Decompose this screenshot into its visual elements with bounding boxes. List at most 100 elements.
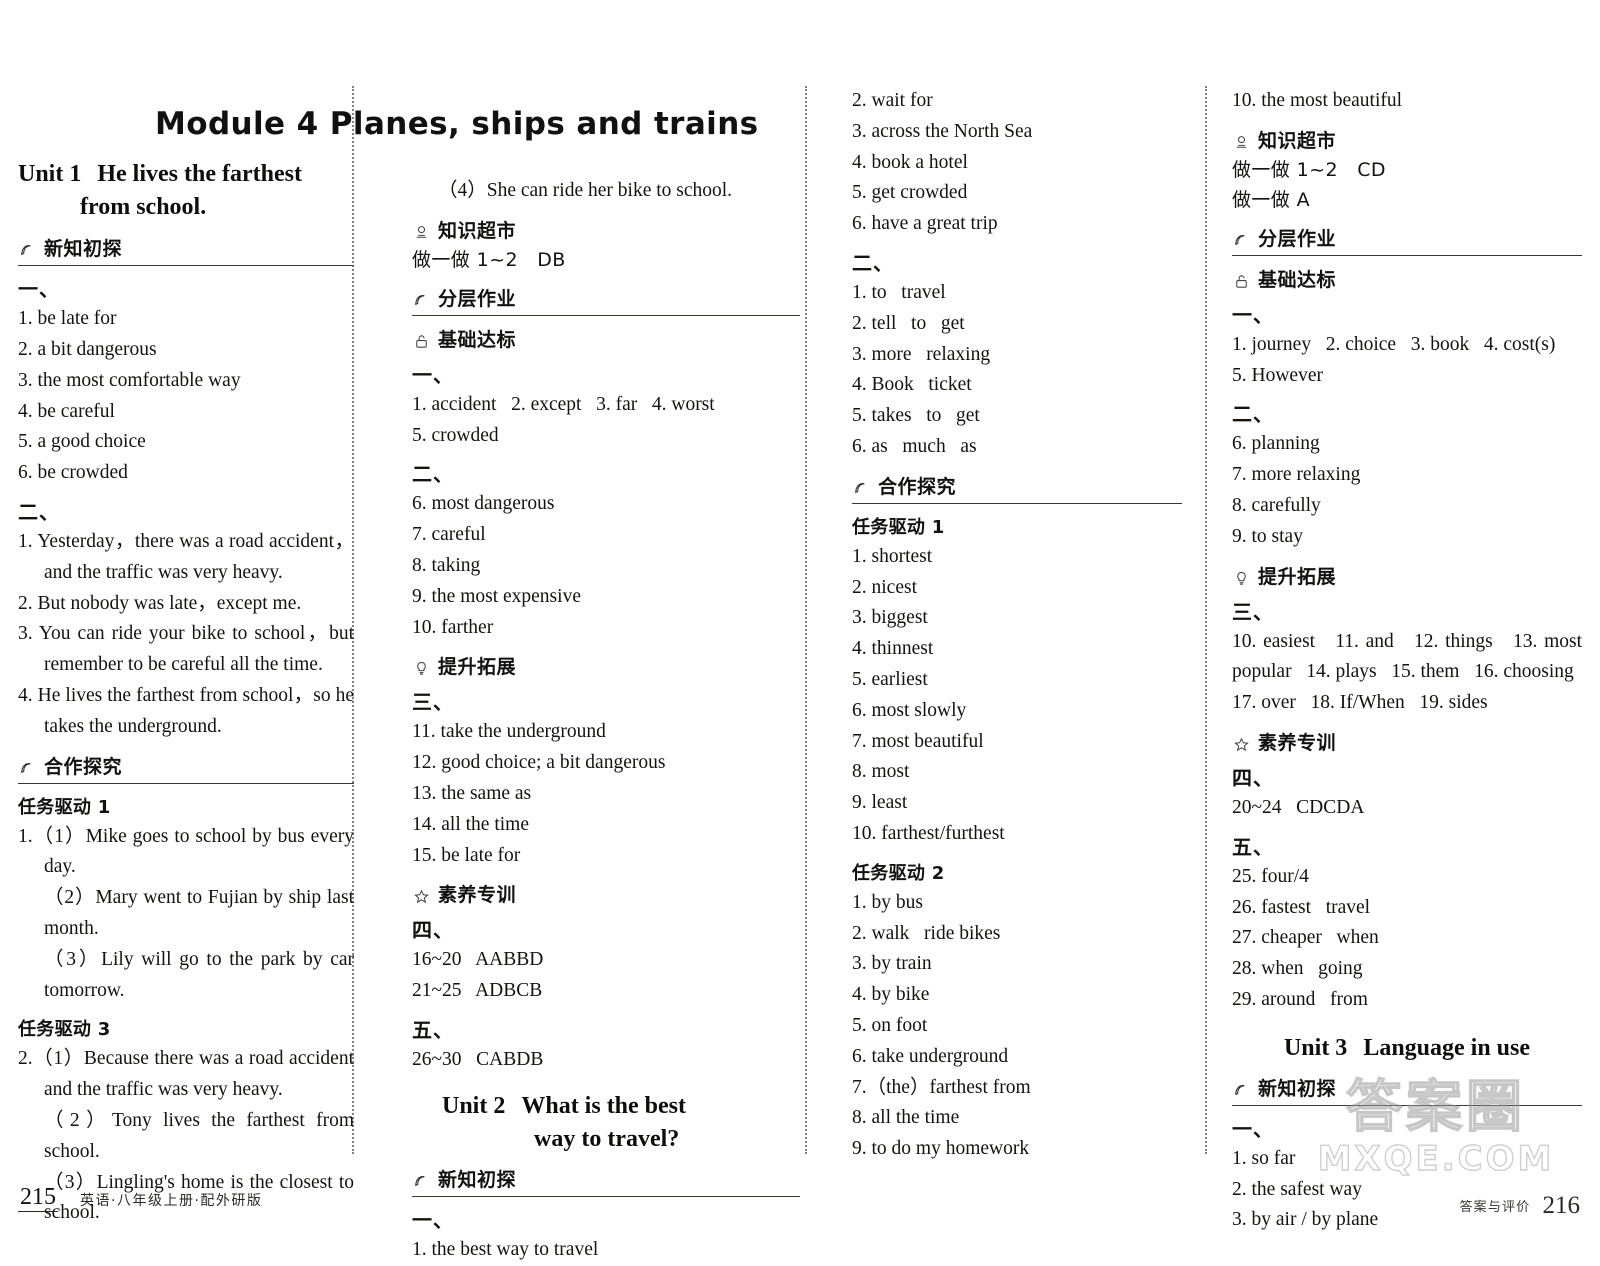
- section-title: 新知初探: [44, 238, 123, 261]
- column-2: （4）She can ride her bike to school. 知识超市…: [382, 0, 824, 1260]
- section-title: 素养专训: [1258, 732, 1337, 754]
- answer-line: 10. the most beautiful: [1232, 90, 1403, 111]
- list-marker: 二、: [412, 462, 454, 487]
- page-number-right: 216: [1542, 1192, 1581, 1219]
- unit-2-line1: What is the best: [521, 1092, 687, 1119]
- answer-line: 2. walk ride bikes: [852, 922, 1001, 944]
- answer-line: 5. crowded: [412, 424, 499, 446]
- section-title: 提升拓展: [438, 656, 517, 679]
- list-marker: 四、: [412, 918, 454, 943]
- answer-line: 11. take the underground: [412, 721, 606, 743]
- answer-line: 2. wait for: [852, 90, 933, 111]
- bookmark-icon: [1232, 231, 1251, 250]
- section-title: 新知初探: [1258, 1077, 1337, 1100]
- lock-icon: [412, 332, 431, 351]
- section-title: 提升拓展: [1258, 565, 1337, 588]
- answer-line: 3. by train: [852, 953, 932, 975]
- unit-2-line2: way to travel?: [534, 1125, 680, 1152]
- section-new-knowledge-u3: 新知初探: [1232, 1074, 1582, 1106]
- unit-1-line1: He lives the farthest: [97, 161, 302, 187]
- list-marker: 二、: [1232, 402, 1274, 427]
- answer-line: 10. easiest 11. and 12. things 13. most …: [1232, 630, 1587, 683]
- list-marker: 一、: [1232, 1116, 1274, 1141]
- list-marker: 一、: [412, 362, 454, 387]
- task-title: 任务驱动 1: [852, 516, 945, 538]
- list-marker: 一、: [1232, 302, 1274, 327]
- unit-1-title: Unit 1 He lives the farthest from school.: [18, 158, 354, 224]
- answer-line: 6. have a great trip: [852, 213, 998, 235]
- answer-line: 20~24 CDCDA: [1232, 797, 1365, 818]
- answer-line: 5. get crowded: [852, 182, 968, 204]
- answer-line: 3. the most comfortable way: [18, 369, 241, 391]
- section-layered-homework-u2: 分层作业: [1232, 224, 1582, 256]
- section-basic-standard: 基础达标: [412, 325, 800, 352]
- footer-meta-left: 英语·八年级上册·配外研版: [80, 1193, 263, 1209]
- star-icon: [1232, 735, 1251, 754]
- answer-line: 1. to travel: [852, 281, 946, 303]
- task-title: 任务驱动 2: [852, 862, 945, 884]
- list-marker: 四、: [1232, 766, 1274, 790]
- answer-line: 9. to do my homework: [852, 1138, 1030, 1160]
- bulb-icon: [412, 659, 431, 678]
- section-new-knowledge-u2: 新知初探: [412, 1165, 800, 1197]
- list-marker: 一、: [412, 1207, 454, 1232]
- answer-line: 27. cheaper when: [1232, 927, 1379, 949]
- answer-line: 6. planning: [1232, 433, 1320, 455]
- unit-3-label: Unit 3: [1283, 1034, 1348, 1061]
- answer-line: （4）She can ride her bike to school.: [438, 180, 733, 201]
- answer-line: （3）Lily will go to the park by car tomor…: [44, 948, 359, 1001]
- section-title: 合作探究: [44, 755, 123, 778]
- section-title: 基础达标: [1258, 268, 1337, 291]
- answer-line: 5. a good choice: [18, 431, 146, 453]
- answer-line: 8. taking: [412, 555, 481, 576]
- answer-line: 1. by bus: [852, 891, 923, 913]
- answer-line: 6. most slowly: [852, 699, 967, 721]
- answer-line: 17. over 18. If/When 19. sides: [1232, 692, 1488, 714]
- section-literacy-training-u2: 素养专训: [1232, 728, 1582, 755]
- answer-line: 9. the most expensive: [412, 585, 581, 607]
- answer-line: 2. But nobody was late，except me.: [18, 592, 302, 614]
- answer-line: 1. be late for: [18, 308, 117, 330]
- section-title: 知识超市: [1258, 129, 1337, 152]
- answer-line: 12. good choice; a bit dangerous: [412, 752, 666, 774]
- answer-line: 4. thinnest: [852, 638, 934, 660]
- bulb-icon: [1232, 569, 1251, 588]
- answer-line: 1. journey 2. choice 3. book 4. cost(s): [1232, 333, 1556, 355]
- answer-line: 4. Book ticket: [852, 374, 972, 396]
- answer-line: 3. You can ride your bike to school，but …: [18, 623, 359, 676]
- section-layered-homework: 分层作业: [412, 284, 800, 316]
- answer-line: （2）Mary went to Fujian by ship last mont…: [44, 887, 359, 939]
- answer-line: 1. so far: [1232, 1147, 1296, 1169]
- list-marker: 三、: [412, 690, 454, 715]
- answer-line: 10. farthest/furthest: [852, 822, 1005, 844]
- answer-line: 14. all the time: [412, 813, 529, 835]
- section-title: 分层作业: [438, 287, 517, 310]
- bookmark-icon: [1232, 1081, 1251, 1100]
- answer-line: 1. shortest: [852, 545, 933, 567]
- answer-line: 5. However: [1232, 364, 1323, 386]
- answer-line: 28. when going: [1232, 958, 1363, 980]
- unit-2-label: Unit 2: [442, 1092, 506, 1119]
- answer-line: 25. four/4: [1232, 865, 1309, 887]
- section-title: 新知初探: [438, 1168, 517, 1191]
- answer-line: 做一做 1~2 DB: [412, 248, 566, 271]
- answer-line: 6. most dangerous: [412, 493, 555, 515]
- answer-line: 2.（1）Because there was a road accident a…: [18, 1048, 359, 1101]
- list-marker: 五、: [412, 1017, 454, 1042]
- stamp-icon: [412, 223, 431, 242]
- task-title: 任务驱动 1: [18, 796, 111, 818]
- section-title: 合作探究: [878, 475, 957, 498]
- answer-line: 26. fastest travel: [1232, 896, 1371, 918]
- answer-line: 4. book a hotel: [852, 151, 968, 173]
- unit-1-line2: from school.: [80, 194, 207, 221]
- section-title: 知识超市: [438, 219, 517, 242]
- answer-line: 7. more relaxing: [1232, 464, 1361, 486]
- answer-line: 13. the same as: [412, 782, 532, 804]
- answer-line: 2. nicest: [852, 576, 917, 598]
- answer-line: 7.（the）farthest from: [852, 1076, 1031, 1098]
- section-improvement: 提升拓展: [412, 652, 800, 679]
- answer-line: 6. take underground: [852, 1045, 1009, 1067]
- section-title: 分层作业: [1258, 227, 1337, 250]
- answer-line: 15. be late for: [412, 844, 521, 866]
- answer-line: 1. the best way to travel: [412, 1238, 599, 1260]
